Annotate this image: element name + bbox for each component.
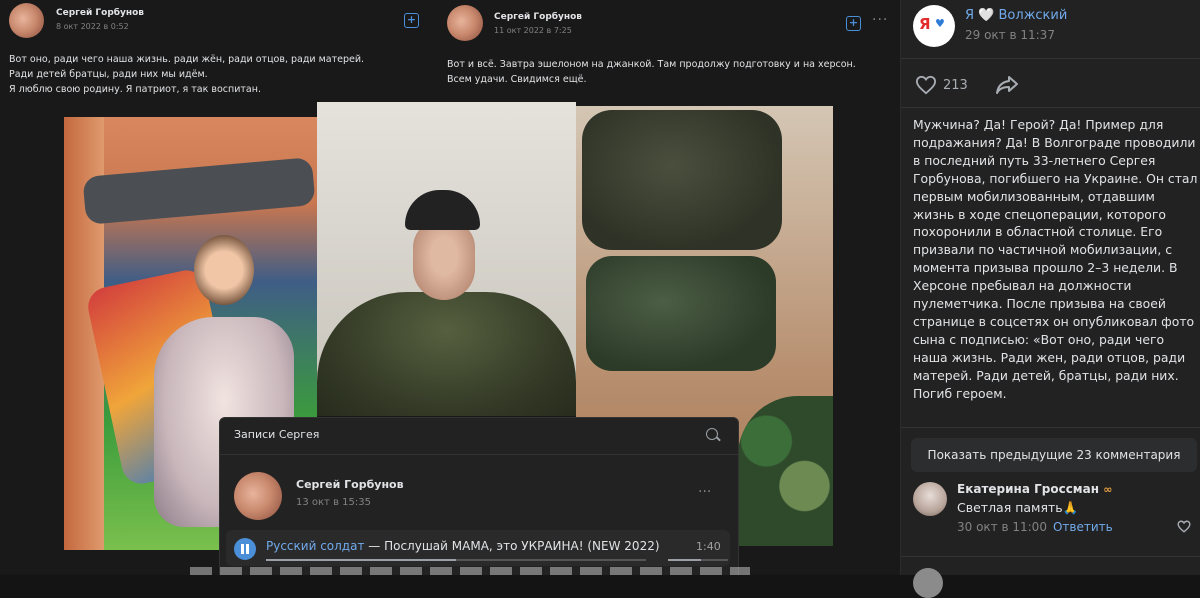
audio-track-title[interactable]: Русский солдат — Послушай МАМА, это УКРА…: [266, 539, 660, 553]
comment-avatar[interactable]: [913, 482, 947, 516]
more-dots-icon[interactable]: ···: [698, 484, 711, 500]
comment-author-name[interactable]: Екатерина Гроссман: [957, 482, 1099, 496]
records-date[interactable]: 13 окт в 15:35: [296, 497, 371, 508]
post2-line-2: Всем удачи. Свидимся ещё.: [447, 74, 587, 85]
post1-line-2: Ради детей братцы, ради них мы идём.: [9, 69, 208, 80]
post1-date[interactable]: 8 окт 2022 в 0:52: [56, 22, 129, 31]
records-title: Записи Сергея: [234, 428, 320, 441]
pause-icon[interactable]: [234, 538, 256, 560]
divider: [901, 556, 1200, 557]
comment-like-icon[interactable]: [1177, 520, 1191, 533]
share-icon[interactable]: [995, 74, 1019, 96]
post-date[interactable]: 29 окт в 11:37: [965, 28, 1055, 42]
audio-artist[interactable]: Русский солдат: [266, 539, 364, 553]
post-panel: Я ♥ Я 🤍 Волжский 29 окт в 11:37 213 Мужч…: [900, 0, 1200, 598]
post-body: Мужчина? Да! Герой? Да! Пример для подра…: [913, 117, 1198, 401]
plus-square-icon[interactable]: +: [846, 16, 861, 31]
post1-line-3: Я люблю свою родину. Я патриот, я так во…: [9, 84, 261, 95]
show-previous-comments-button[interactable]: Показать предыдущие 23 комментария: [911, 438, 1197, 472]
post2-text: Вот и всё. Завтра эшелоном на джанкой. Т…: [447, 57, 856, 87]
audio-song: Послушай МАМА, это УКРАИНА! (NEW 2022): [384, 539, 660, 553]
audio-player[interactable]: Русский солдат — Послушай МАМА, это УКРА…: [226, 530, 730, 566]
audio-separator: —: [364, 539, 385, 553]
plus-square-icon[interactable]: +: [404, 13, 419, 28]
group-name-prefix[interactable]: Я: [965, 8, 974, 23]
records-panel: Записи Сергея Сергей Горбунов 13 окт в 1…: [219, 417, 739, 575]
more-dots-icon[interactable]: ···: [872, 12, 888, 28]
post1-author[interactable]: Сергей Горбунов: [56, 8, 144, 18]
group-name[interactable]: Я 🤍 Волжский: [965, 8, 1067, 23]
post2-author[interactable]: Сергей Горбунов: [494, 12, 582, 22]
divider: [901, 58, 1200, 59]
divider: [220, 454, 738, 455]
post1-text: Вот оно, ради чего наша жизнь. ради жён,…: [9, 52, 364, 97]
group-name-city[interactable]: Волжский: [999, 8, 1068, 23]
records-avatar[interactable]: [234, 472, 282, 520]
infinity-badge-icon: ∞: [1103, 483, 1113, 496]
records-author[interactable]: Сергей Горбунов: [296, 478, 404, 491]
post2-date[interactable]: 11 окт 2022 в 7:25: [494, 26, 572, 35]
post2-line-1: Вот и всё. Завтра эшелоном на джанкой. Т…: [447, 59, 856, 70]
photo-soldier-selfie[interactable]: [317, 102, 576, 416]
comment-meta: 30 окт в 11:00 Ответить: [957, 520, 1113, 534]
cropped-caption-text: [190, 567, 750, 575]
like-heart-icon[interactable]: [915, 75, 937, 95]
like-count: 213: [943, 78, 968, 93]
reply-link[interactable]: Ответить: [1053, 520, 1113, 534]
post1-avatar[interactable]: [9, 3, 44, 38]
audio-volume-bar[interactable]: [668, 559, 728, 561]
comment-date[interactable]: 30 окт в 11:00: [957, 520, 1047, 534]
white-heart-icon: 🤍: [978, 8, 995, 23]
post1-line-1: Вот оно, ради чего наша жизнь. ради жён,…: [9, 54, 365, 65]
comment-text: Светлая память🙏: [957, 500, 1079, 515]
screenshot-collage: Сергей Горбунов 8 окт 2022 в 0:52 + Вот …: [0, 0, 900, 575]
comment-author[interactable]: Екатерина Гроссман ∞: [957, 482, 1112, 496]
audio-progress-bar[interactable]: [266, 559, 646, 561]
divider: [901, 107, 1200, 108]
group-logo[interactable]: Я ♥: [913, 5, 955, 47]
next-comment-avatar[interactable]: [913, 568, 943, 598]
search-icon[interactable]: [706, 428, 718, 440]
divider: [901, 427, 1200, 428]
audio-duration: 1:40: [696, 540, 721, 553]
logo-letter: Я: [919, 15, 931, 33]
heart-icon: ♥: [935, 17, 945, 30]
post2-avatar[interactable]: [447, 5, 483, 41]
